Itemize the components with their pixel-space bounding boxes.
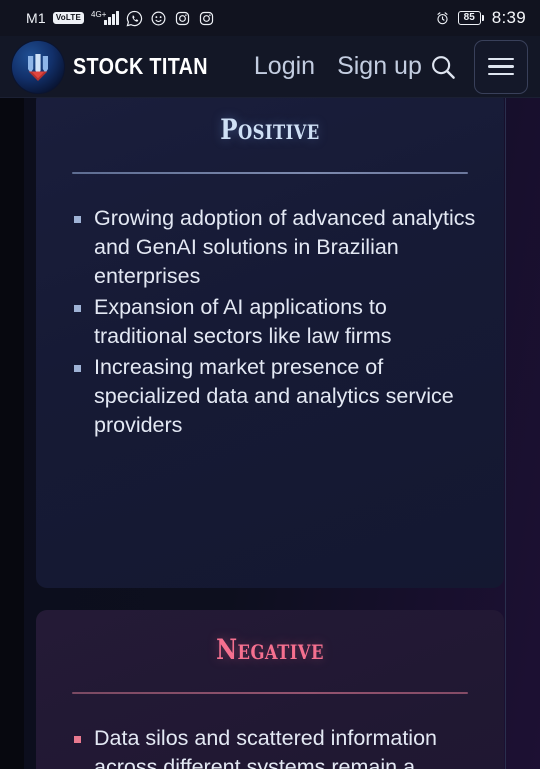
hamburger-menu-icon — [487, 57, 514, 76]
positive-card-title: Positive — [220, 113, 320, 146]
hamburger-menu-button[interactable] — [473, 39, 528, 94]
login-link[interactable]: Login — [254, 52, 315, 81]
instagram-icon — [175, 11, 190, 25]
page-content: Positive Growing adoption of advanced an… — [0, 98, 540, 769]
whatsapp-icon — [126, 10, 143, 26]
signal-strength-icon: 4G+ — [91, 10, 120, 25]
battery-percent-label: 85 — [457, 11, 481, 25]
signup-link[interactable]: Sign up — [337, 52, 422, 81]
alarm-clock-icon — [437, 11, 448, 24]
page-vertical-divider — [505, 98, 506, 769]
brand-name-label: STOCK TITAN — [73, 53, 208, 79]
positive-card: Positive Growing adoption of advanced an… — [36, 98, 504, 588]
site-header: STOCK TITAN Login Sign up — [0, 36, 540, 98]
nav-actions — [422, 39, 528, 94]
positive-card-divider — [72, 172, 468, 174]
status-bar-right: 85 8:39 — [435, 8, 526, 28]
nav-links: Login Sign up — [254, 52, 422, 81]
search-button[interactable] — [422, 46, 464, 88]
list-item: Expansion of AI applications to traditio… — [70, 293, 478, 351]
search-icon — [431, 55, 455, 79]
list-item: Growing adoption of advanced analytics a… — [70, 204, 478, 291]
brand-link[interactable]: STOCK TITAN — [12, 40, 230, 93]
volte-badge: VoLTE — [52, 12, 85, 24]
page-left-edge — [0, 98, 24, 769]
status-bar: M1 VoLTE 4G+ 85 8:39 — [0, 0, 540, 36]
negative-bullet-list: Data silos and scattered information acr… — [70, 724, 478, 769]
list-item: Data silos and scattered information acr… — [70, 724, 478, 769]
battery-icon: 85 — [457, 11, 484, 25]
negative-card: Negative Data silos and scattered inform… — [36, 610, 504, 769]
stock-titan-logo-icon — [12, 40, 64, 93]
negative-card-title: Negative — [216, 633, 324, 666]
list-item: Increasing market presence of specialize… — [70, 353, 478, 440]
messenger-face-icon — [151, 11, 166, 25]
instagram-icon-2 — [199, 11, 214, 25]
carrier-label: M1 — [26, 10, 46, 26]
clock-label: 8:39 — [491, 8, 526, 27]
status-bar-left: M1 VoLTE 4G+ — [26, 10, 215, 27]
positive-bullet-list: Growing adoption of advanced analytics a… — [70, 204, 478, 440]
network-type-label: 4G+ — [91, 10, 107, 19]
negative-card-divider — [72, 692, 468, 694]
phone-screen: M1 VoLTE 4G+ 85 8:39 STOCK TITAN Login S… — [0, 0, 540, 769]
